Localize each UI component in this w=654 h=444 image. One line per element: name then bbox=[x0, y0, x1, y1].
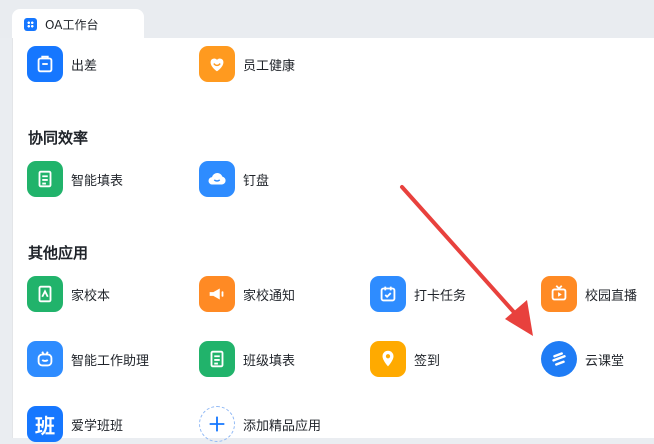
app-class-form[interactable]: 班级填表 bbox=[199, 339, 295, 379]
app-label: 员工健康 bbox=[243, 58, 296, 74]
app-label: 智能填表 bbox=[71, 173, 124, 189]
app-label: 签到 bbox=[414, 353, 441, 369]
app-ai-class[interactable]: 班 爱学班班 bbox=[27, 404, 123, 444]
app-employee-health[interactable]: 员工健康 bbox=[199, 44, 295, 84]
ban-character-icon: 班 bbox=[27, 406, 63, 442]
tab-oa-workbench[interactable]: OA工作台 bbox=[12, 9, 144, 39]
app-campus-live[interactable]: 校园直播 bbox=[541, 274, 637, 314]
app-label: 家校本 bbox=[71, 288, 111, 304]
notebook-icon bbox=[27, 276, 63, 312]
workbench-icon bbox=[24, 18, 37, 31]
location-pin-icon bbox=[370, 341, 406, 377]
app-smart-assistant[interactable]: 智能工作助理 bbox=[27, 339, 149, 379]
form-icon bbox=[199, 341, 235, 377]
tab-title: OA工作台 bbox=[45, 18, 99, 32]
stripes-icon bbox=[541, 341, 577, 377]
robot-icon bbox=[27, 341, 63, 377]
app-smart-form[interactable]: 智能填表 bbox=[27, 159, 123, 199]
app-travel[interactable]: 出差 bbox=[27, 44, 97, 84]
tv-play-icon bbox=[541, 276, 577, 312]
megaphone-icon bbox=[199, 276, 235, 312]
app-cloud-classroom[interactable]: 云课堂 bbox=[541, 339, 624, 379]
app-label: 智能工作助理 bbox=[71, 353, 150, 369]
app-add-premium[interactable]: 添加精品应用 bbox=[199, 404, 321, 444]
heart-icon bbox=[199, 46, 235, 82]
app-label: 家校通知 bbox=[243, 288, 296, 304]
workbench-panel: 出差 员工健康 协同效率 智能填表 钉盘 其他应用 家校本 家校通知 打卡任务 … bbox=[12, 38, 654, 442]
tab-bar: OA工作台 bbox=[0, 0, 654, 39]
cloud-icon bbox=[199, 161, 235, 197]
suitcase-icon bbox=[27, 46, 63, 82]
app-label: 打卡任务 bbox=[414, 288, 467, 304]
app-label: 云课堂 bbox=[585, 353, 625, 369]
app-signin[interactable]: 签到 bbox=[370, 339, 440, 379]
form-icon bbox=[27, 161, 63, 197]
app-dingpan[interactable]: 钉盘 bbox=[199, 159, 269, 199]
app-homework[interactable]: 家校本 bbox=[27, 274, 110, 314]
app-school-notice[interactable]: 家校通知 bbox=[199, 274, 295, 314]
section-title-other-apps: 其他应用 bbox=[28, 244, 89, 262]
app-label: 班级填表 bbox=[243, 353, 296, 369]
calendar-check-icon bbox=[370, 276, 406, 312]
section-title-collaboration: 协同效率 bbox=[28, 129, 89, 147]
plus-icon bbox=[199, 406, 235, 442]
app-label: 钉盘 bbox=[243, 173, 270, 189]
app-label: 出差 bbox=[71, 58, 98, 74]
app-label: 添加精品应用 bbox=[243, 418, 322, 434]
app-label: 校园直播 bbox=[585, 288, 638, 304]
app-label: 爱学班班 bbox=[71, 418, 124, 434]
app-checkin-task[interactable]: 打卡任务 bbox=[370, 274, 466, 314]
